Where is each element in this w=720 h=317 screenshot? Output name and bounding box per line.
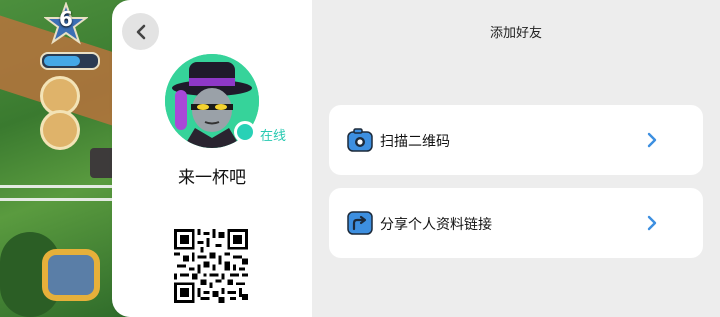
chevron-left-icon (136, 24, 145, 39)
scan-qr-button[interactable]: 扫描二维码 (329, 105, 703, 175)
fence (0, 185, 130, 201)
chevron-right-icon (647, 132, 657, 148)
profile-panel: 在线 来一杯吧 (112, 0, 312, 317)
page-title: 添加好友 (489, 26, 542, 41)
username: 来一杯吧 (178, 168, 246, 188)
scan-qr-label: 扫描二维码 (380, 134, 450, 150)
camera-scan-icon (347, 128, 373, 152)
share-arrow-icon (347, 211, 373, 235)
share-profile-link-label: 分享个人资料链接 (380, 217, 492, 233)
share-profile-link-button[interactable]: 分享个人资料链接 (329, 188, 703, 258)
game-background: 6 (0, 0, 130, 317)
qr-code (174, 229, 248, 303)
back-button[interactable] (122, 13, 159, 50)
basket-icon (48, 255, 94, 295)
online-status-dot (234, 121, 256, 143)
level-progress-fill (44, 56, 80, 66)
online-status-label: 在线 (260, 129, 287, 144)
hud-button-2[interactable] (40, 110, 80, 150)
level-number: 6 (59, 7, 73, 31)
level-progress-bar (40, 52, 100, 70)
add-friend-content: 添加好友 扫描二维码 分享个人资料链接 (312, 0, 720, 317)
chevron-right-icon (647, 215, 657, 231)
